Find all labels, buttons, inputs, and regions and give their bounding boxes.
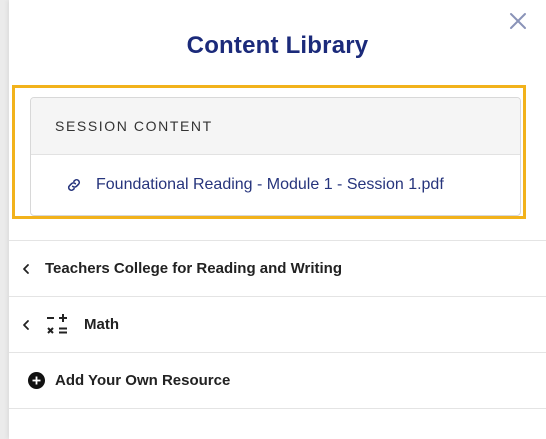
chevron-left-icon [20, 263, 32, 275]
session-content-header: SESSION CONTENT [31, 98, 520, 155]
section-label: Teachers College for Reading and Writing [45, 260, 342, 277]
panel-title: Content Library [186, 32, 369, 59]
divider [9, 408, 546, 409]
close-button[interactable] [506, 9, 530, 33]
file-name: Foundational Reading - Module 1 - Sessio… [96, 176, 444, 193]
chevron-left-icon [20, 319, 32, 331]
session-content-card: SESSION CONTENT Foundational Reading - M… [30, 97, 521, 216]
section-teachers-college[interactable]: Teachers College for Reading and Writing [9, 241, 546, 296]
session-file-link[interactable]: Foundational Reading - Module 1 - Sessio… [31, 155, 520, 215]
close-icon [510, 13, 526, 29]
math-operations-icon [45, 313, 69, 337]
content-library-panel: Content Library SESSION CONTENT Foundati… [9, 0, 546, 439]
link-icon [66, 177, 82, 193]
section-label: Math [84, 316, 119, 333]
plus-circle-icon [28, 372, 45, 389]
section-math[interactable]: Math [9, 297, 546, 352]
add-own-resource-button[interactable]: Add Your Own Resource [9, 353, 546, 408]
section-label: Add Your Own Resource [55, 372, 231, 389]
